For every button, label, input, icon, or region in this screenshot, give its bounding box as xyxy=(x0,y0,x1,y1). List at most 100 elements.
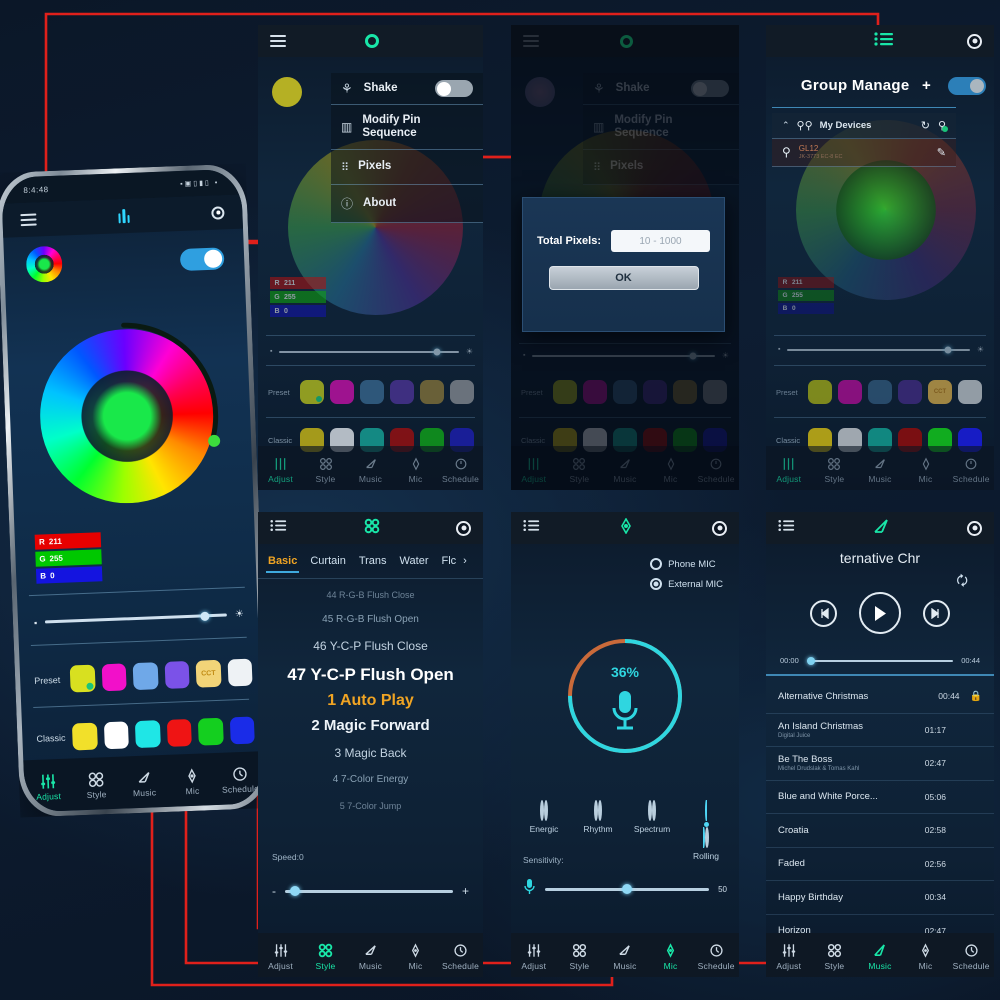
classic-swatch[interactable] xyxy=(229,716,255,745)
effect-item[interactable]: 4 7-Color Energy xyxy=(258,774,483,785)
classic-swatch[interactable] xyxy=(134,720,161,749)
list-item[interactable]: Horizon 02:47 xyxy=(766,915,994,933)
nav-item-style[interactable]: Style xyxy=(303,455,348,484)
color-mode-wheel-icon[interactable] xyxy=(25,245,63,283)
nav-item-music[interactable]: Music xyxy=(120,768,169,799)
preset-swatch[interactable]: CCT xyxy=(195,659,222,688)
nav-item-schedule[interactable]: Schedule xyxy=(948,942,994,971)
nav-item-music[interactable]: Music xyxy=(857,455,903,484)
nav-item-style[interactable]: Style xyxy=(557,455,603,484)
nav-item-adjust[interactable]: Adjust xyxy=(258,942,303,971)
tab-trans[interactable]: Trans xyxy=(359,555,387,567)
hamburger-icon[interactable] xyxy=(270,519,287,537)
power-toggle[interactable] xyxy=(948,77,986,95)
preset-swatch[interactable] xyxy=(69,664,96,693)
preset-swatch[interactable] xyxy=(553,380,577,404)
nav-item-mic[interactable]: Mic xyxy=(648,455,694,484)
nav-item-style[interactable]: Style xyxy=(812,942,858,971)
nav-item-style[interactable]: Style xyxy=(557,942,603,971)
nav-item-adjust[interactable]: Adjust xyxy=(511,942,557,971)
menu-item-modify-pin-sequence[interactable]: ▥ Modify Pin Sequence xyxy=(583,105,739,151)
speed-slider[interactable]: - + xyxy=(272,884,469,898)
group-row-my-devices[interactable]: ⌃ ⚲⚲ My Devices ↻ ⚲ xyxy=(772,113,956,139)
preset-swatch[interactable] xyxy=(838,380,862,404)
nav-item-style[interactable]: Style xyxy=(72,770,121,801)
list-item[interactable]: Be The Boss Michel Drudslak & Tomas Kahl … xyxy=(766,747,994,781)
radio-external-mic[interactable] xyxy=(650,578,663,590)
menu-item-pixels[interactable]: ⠿ Pixels xyxy=(331,150,483,185)
tab-curtain[interactable]: Curtain xyxy=(310,555,345,567)
mic-mode-spectrum[interactable]: Spectrum xyxy=(625,800,679,861)
nav-item-schedule[interactable]: Schedule xyxy=(948,455,994,484)
effect-item[interactable]: 2 Magic Forward xyxy=(258,717,483,734)
preset-swatch[interactable] xyxy=(101,663,127,692)
hamburger-icon[interactable] xyxy=(523,519,540,537)
nav-item-music[interactable]: Music xyxy=(348,455,393,484)
nav-item-music[interactable]: Music xyxy=(857,942,903,971)
nav-item-mic[interactable]: Mic xyxy=(903,942,949,971)
nav-item-adjust[interactable]: Adjust xyxy=(766,942,812,971)
nav-item-adjust[interactable]: Adjust xyxy=(766,455,812,484)
list-item[interactable]: An Island Christmas Digital Juice 01:17 xyxy=(766,714,994,747)
nav-item-schedule[interactable]: Schedule xyxy=(693,455,739,484)
radio-spectrum-2[interactable] xyxy=(652,800,656,821)
radio-rhythm-2[interactable] xyxy=(598,800,602,821)
preset-swatch[interactable] xyxy=(613,380,637,404)
preset-swatch[interactable] xyxy=(390,380,414,404)
classic-swatch[interactable] xyxy=(103,721,129,750)
tab-water[interactable]: Water xyxy=(400,555,429,567)
brightness-arc[interactable] xyxy=(29,318,226,515)
nav-item-music[interactable]: Music xyxy=(348,942,393,971)
list-item[interactable]: Alternative Christmas 00:44 🔒 xyxy=(766,680,994,714)
hamburger-icon[interactable] xyxy=(270,35,286,47)
preset-swatch[interactable] xyxy=(450,380,474,404)
lock-icon[interactable]: 🔒 xyxy=(970,691,982,702)
radio-rolling-2[interactable] xyxy=(705,827,709,848)
preset-swatch[interactable] xyxy=(360,380,384,404)
speed-decrease-button[interactable]: - xyxy=(272,884,276,898)
nav-item-schedule[interactable]: Schedule xyxy=(438,942,483,971)
mic-mode-rhythm[interactable]: Rhythm xyxy=(571,800,625,861)
nav-item-schedule[interactable]: Schedule xyxy=(693,942,739,971)
previous-track-button[interactable] xyxy=(810,599,837,627)
preset-swatch[interactable] xyxy=(958,380,982,404)
hamburger-icon[interactable] xyxy=(523,35,539,47)
power-icon[interactable] xyxy=(456,520,471,536)
chevron-up-icon[interactable]: ⌃ xyxy=(782,120,790,131)
classic-swatch[interactable] xyxy=(166,718,192,747)
effect-item[interactable]: 46 Y-C-P Flush Close xyxy=(258,639,483,653)
radio-phone-mic[interactable] xyxy=(650,558,663,570)
mic-mode-energic[interactable]: Energic xyxy=(517,800,571,861)
preset-swatch[interactable] xyxy=(643,380,667,404)
refresh-icon[interactable]: ↻ xyxy=(921,119,930,132)
brightness-slider[interactable]: ▪ ☀ xyxy=(523,351,729,360)
preset-swatch[interactable] xyxy=(583,380,607,404)
nav-item-adjust[interactable]: Adjust xyxy=(24,772,73,803)
nav-item-adjust[interactable]: Adjust xyxy=(511,455,557,484)
shake-toggle[interactable] xyxy=(435,80,473,97)
menu-item-modify-pin-sequence[interactable]: ▥ Modify Pin Sequence xyxy=(331,105,483,151)
add-group-button[interactable]: + xyxy=(922,77,931,94)
brightness-slider[interactable]: ▪ ☀ xyxy=(270,347,473,356)
radio-energic-2[interactable] xyxy=(544,800,548,821)
power-icon[interactable] xyxy=(967,33,982,49)
next-track-button[interactable] xyxy=(923,599,950,627)
power-icon[interactable] xyxy=(967,520,982,536)
nav-item-mic[interactable]: Mic xyxy=(648,942,694,971)
preset-swatch[interactable] xyxy=(300,380,324,404)
nav-item-schedule[interactable]: Schedule xyxy=(438,455,483,484)
tab-flc[interactable]: Flc xyxy=(441,555,456,567)
tab-basic[interactable]: Basic xyxy=(265,555,300,573)
mic-mode-rolling[interactable]: Rolling xyxy=(679,800,733,861)
playback-progress[interactable]: 00:00 00:44 xyxy=(780,656,980,665)
play-button[interactable] xyxy=(859,592,901,634)
power-icon[interactable] xyxy=(712,520,727,536)
preset-swatch[interactable] xyxy=(164,660,190,689)
menu-item-about[interactable]: ⓘ About xyxy=(331,184,483,223)
shake-toggle[interactable] xyxy=(691,80,729,97)
preset-swatch[interactable] xyxy=(703,380,727,404)
preset-swatch[interactable]: CCT xyxy=(928,380,952,404)
preset-swatch[interactable] xyxy=(898,380,922,404)
nav-item-music[interactable]: Music xyxy=(602,455,648,484)
device-row[interactable]: ⚲ GL12 JK-3773 EC-8 EC ✎ xyxy=(772,138,956,167)
